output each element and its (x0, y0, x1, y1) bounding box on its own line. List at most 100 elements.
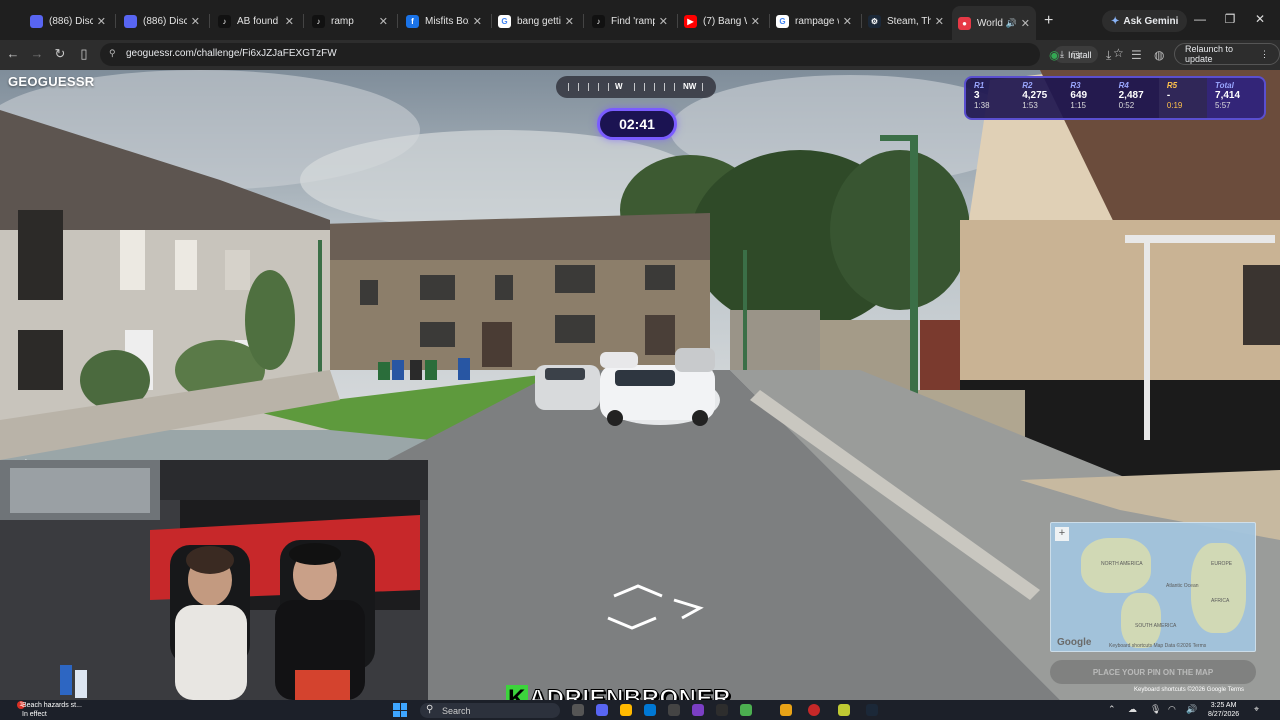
tab-youtube[interactable]: ▶ (7) Bang Wi✕ (678, 8, 766, 34)
discord-taskbar-icon[interactable] (596, 704, 608, 716)
tab-google-1[interactable]: G bang getting✕ (492, 8, 580, 34)
folder-icon[interactable] (780, 704, 792, 716)
close-tab-icon[interactable]: ✕ (473, 15, 482, 28)
forward-button[interactable]: → (28, 46, 46, 61)
place-pin-button[interactable]: PLACE YOUR PIN ON THE MAP (1050, 660, 1256, 684)
compass-west-label: W (615, 82, 623, 91)
tab-discord-2[interactable]: (886) Discor✕ (118, 8, 206, 34)
weather-widget[interactable]: Beach hazards st... In effect (22, 701, 82, 719)
close-tab-icon[interactable]: ✕ (97, 15, 106, 28)
app-icon-4[interactable] (838, 704, 850, 716)
browser-tab-strip: (886) Discor✕ (886) Discor✕ ♪ AB found R… (0, 0, 1280, 40)
tab-misfits[interactable]: f Misfits Boxin✕ (400, 8, 488, 34)
speaker-icon[interactable]: 🔊 (1006, 18, 1017, 29)
close-tab-icon[interactable]: ✕ (191, 15, 200, 28)
extensions-puzzle-icon[interactable]: ⧉ (1072, 48, 1081, 63)
map-credits: Keyboard shortcuts Map Data ©2026 Terms (1109, 643, 1207, 649)
tab-geoguessr-active[interactable]: ● World - 🔊✕ (952, 6, 1036, 40)
extension-icon[interactable]: ◉ (1049, 48, 1059, 62)
close-tab-icon[interactable]: ✕ (1021, 17, 1030, 30)
side-panel-icon[interactable]: ▯ (75, 46, 93, 62)
relaunch-to-update-button[interactable]: Relaunch to update ⋮ (1174, 43, 1280, 65)
misfits-icon: f (406, 14, 419, 28)
map-land-europe-africa (1191, 543, 1246, 633)
task-view-icon[interactable] (572, 704, 584, 716)
install-icon: ⤓ (1060, 49, 1064, 59)
edge-icon[interactable] (644, 704, 656, 716)
steam-icon: ⚙ (868, 14, 881, 28)
maximize-button[interactable]: ❐ (1220, 12, 1240, 26)
geoguessr-icon: ● (958, 16, 971, 30)
compass-bar: W NW (556, 76, 716, 98)
close-tab-icon[interactable]: ✕ (565, 15, 574, 28)
back-button[interactable]: ← (4, 46, 22, 61)
tab-tiktok-1[interactable]: ♪ AB found Ra✕ (212, 8, 300, 34)
search-icon: ⚲ (426, 704, 434, 715)
webcam-overlay (0, 460, 428, 700)
discord-icon (30, 14, 43, 28)
round-4-score: R4 2,487 0:52 (1118, 81, 1144, 110)
close-window-button[interactable]: ✕ (1250, 12, 1270, 26)
store-icon[interactable] (668, 704, 680, 716)
total-score: Total 7,414 5:57 (1207, 78, 1265, 118)
round-5-score-current: R5 - 0:19 (1158, 78, 1208, 118)
round-timer: 02:41 (597, 108, 677, 140)
guess-minimap[interactable]: NORTH AMERICA EUROPE AFRICA SOUTH AMERIC… (1050, 522, 1256, 652)
tab-search-icon[interactable]: ☰ (1131, 48, 1142, 62)
close-tab-icon[interactable]: ✕ (751, 15, 760, 28)
app-icon-2[interactable] (716, 704, 728, 716)
geoguessr-logo[interactable]: GEOGUESSR (8, 74, 95, 89)
more-menu-icon: ⋮ (1260, 48, 1269, 59)
google-icon: G (776, 14, 789, 28)
windows-taskbar: 1 Beach hazards st... In effect ⚲ Search… (0, 700, 1280, 720)
microphone-icon[interactable]: 🎙 (1150, 704, 1161, 715)
close-tab-icon[interactable]: ✕ (659, 15, 668, 28)
movement-arrows[interactable] (604, 582, 708, 630)
location-icon[interactable]: ⌖ (1254, 704, 1259, 715)
app-icon-3[interactable] (740, 704, 752, 716)
google-logo: Google (1057, 637, 1092, 648)
tray-chevron-icon[interactable]: ⌃ (1108, 704, 1116, 715)
download-icon[interactable]: ⤓ (1106, 48, 1111, 63)
tab-tiktok-2[interactable]: ♪ ramp ✕ (306, 8, 394, 34)
round-2-score: R2 4,275 1:53 (1022, 81, 1048, 110)
app-icon[interactable] (692, 704, 704, 716)
close-tab-icon[interactable]: ✕ (843, 15, 852, 28)
tiktok-icon: ♪ (312, 14, 325, 28)
close-tab-icon[interactable]: ✕ (379, 15, 388, 28)
round-3-score: R3 649 1:15 (1070, 81, 1088, 110)
compass-northwest-label: NW (683, 82, 697, 91)
wifi-icon[interactable]: ◠ (1168, 704, 1176, 715)
gemini-icon: ✦ (1111, 15, 1120, 27)
taskbar-clock[interactable]: 3:25 AM 8/27/2026 (1208, 701, 1239, 719)
street-view-footer: Keyboard shortcuts ©2026 Google Terms (1134, 687, 1245, 693)
browser-toolbar: ← → ↻ ▯ ⚲ geoguessr.com/challenge/Fi6xJZ… (0, 40, 1280, 70)
map-land-south-america (1121, 593, 1161, 648)
tab-steam[interactable]: ⚙ Steam, The l✕ (862, 8, 950, 34)
close-tab-icon[interactable]: ✕ (935, 15, 944, 28)
map-zoom-in-button[interactable]: + (1055, 527, 1069, 541)
tab-tiktok-3[interactable]: ♪ Find 'rampa✕ (586, 8, 674, 34)
round-1-score: R1 3 1:38 (974, 81, 990, 110)
minimize-button[interactable]: — (1190, 12, 1210, 26)
discord-icon (124, 14, 137, 28)
windows-start-button[interactable] (393, 703, 407, 717)
tab-google-2[interactable]: G rampage we✕ (770, 8, 858, 34)
youtube-icon: ▶ (684, 14, 697, 28)
taskbar-search[interactable]: ⚲ Search (420, 703, 560, 718)
steam-taskbar-icon[interactable] (866, 704, 878, 716)
volume-icon[interactable]: 🔊 (1186, 704, 1197, 715)
file-explorer-icon[interactable] (620, 704, 632, 716)
new-tab-button[interactable]: + (1044, 12, 1053, 30)
ask-gemini-button[interactable]: ✦ Ask Gemini (1102, 10, 1188, 32)
tiktok-icon: ♪ (218, 14, 231, 28)
address-bar[interactable]: ⚲ geoguessr.com/challenge/Fi6xJZJaFEXGTz… (100, 43, 1124, 66)
bookmark-star-icon[interactable]: ☆ (1113, 46, 1124, 60)
profile-icon[interactable]: ◍ (1154, 48, 1164, 62)
reload-button[interactable]: ↻ (51, 46, 69, 62)
close-tab-icon[interactable]: ✕ (285, 15, 294, 28)
tab-discord-1[interactable]: (886) Discor✕ (24, 8, 112, 34)
site-info-icon[interactable]: ⚲ (109, 48, 121, 60)
network-icon[interactable]: ☁ (1128, 704, 1137, 715)
record-icon[interactable] (808, 704, 820, 716)
